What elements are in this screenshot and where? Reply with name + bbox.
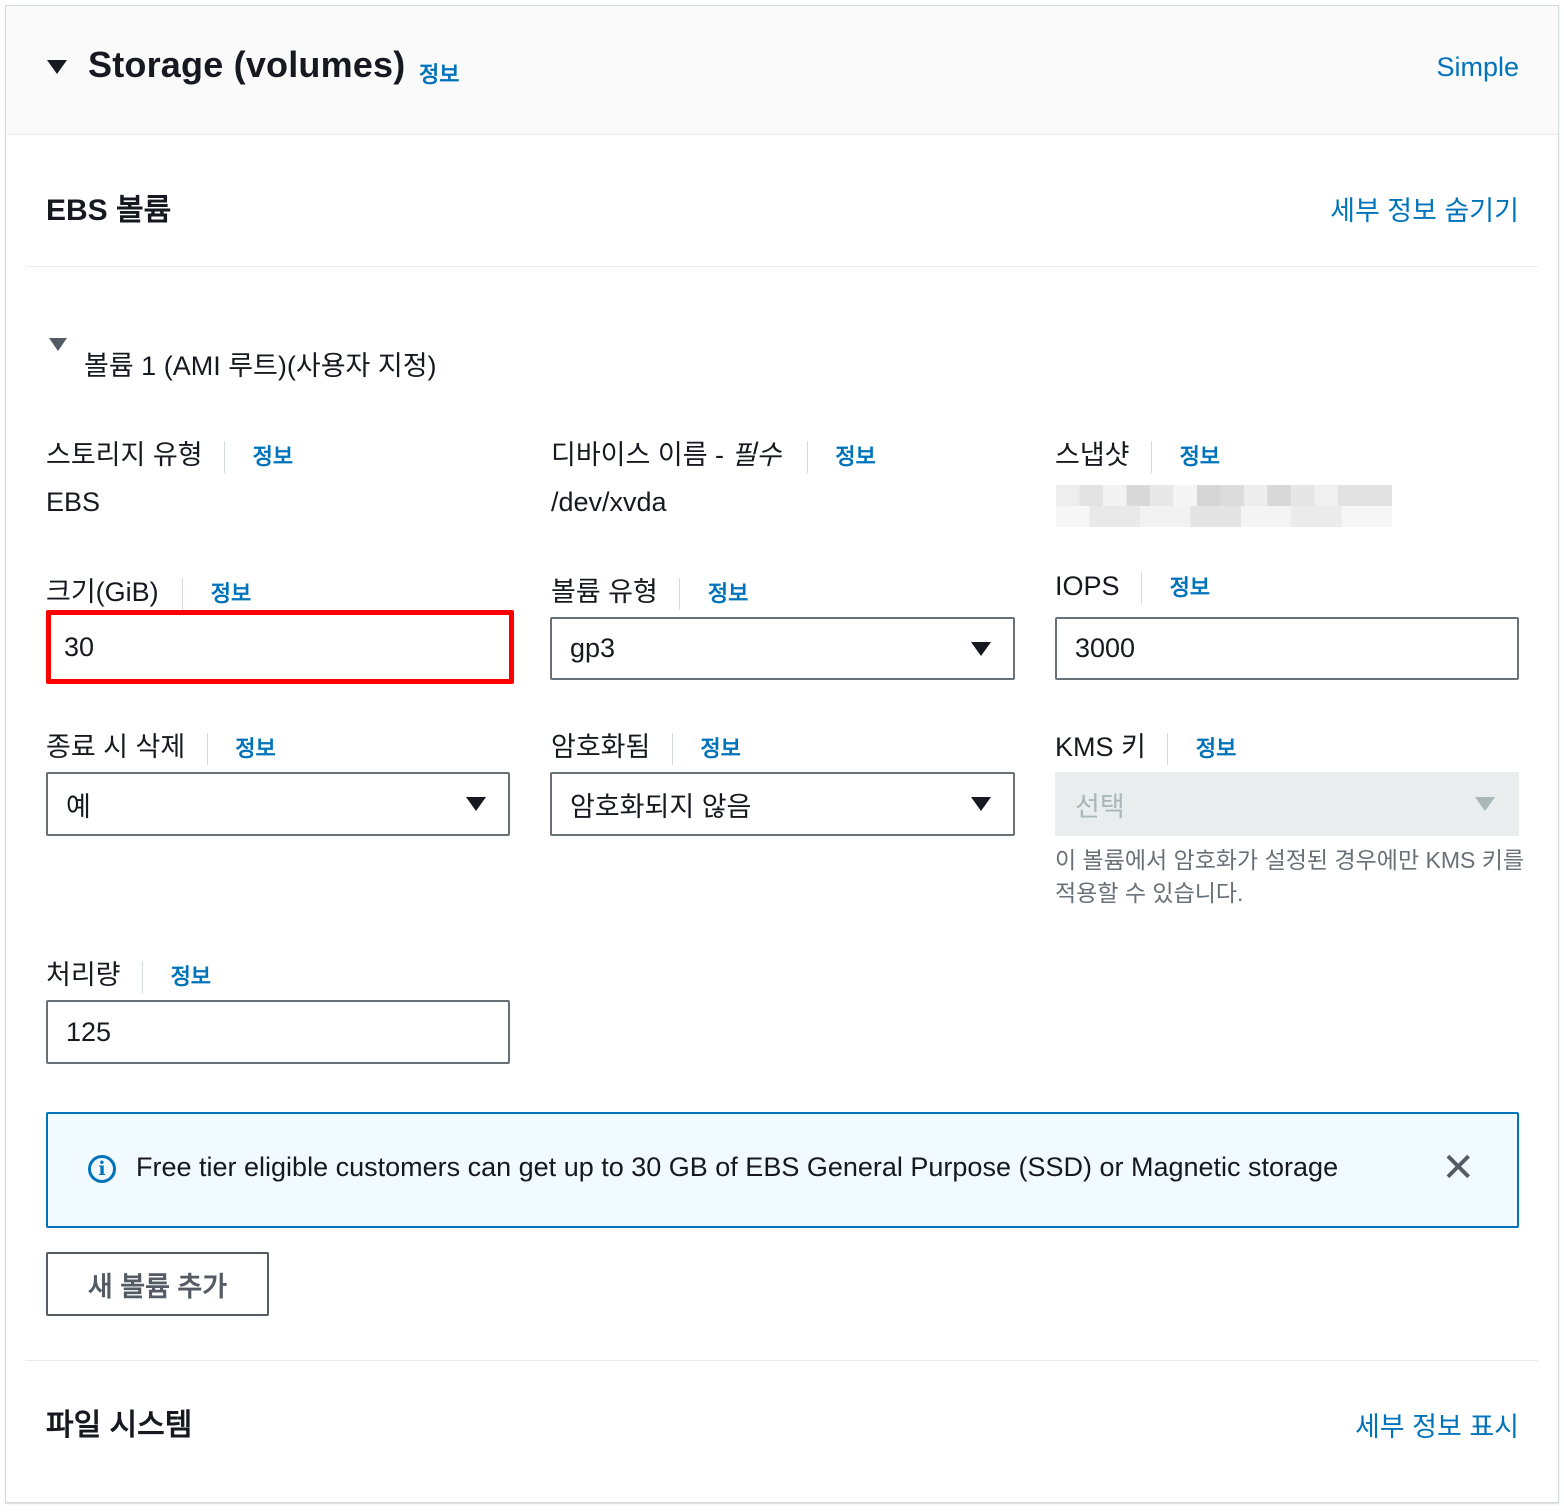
size-input[interactable]: 30: [46, 610, 514, 684]
throughput-input-value: 125: [66, 1016, 112, 1047]
size-label: 크기(GiB) 정보: [46, 570, 251, 610]
label-separator: [671, 732, 673, 765]
iops-info-link[interactable]: 정보: [1170, 575, 1210, 600]
snapshot-info-link[interactable]: 정보: [1180, 444, 1220, 469]
section-divider: [26, 266, 1538, 267]
device-name-label: 디바이스 이름 - 필수 정보: [551, 433, 876, 473]
delete-on-termination-select-value: 예: [66, 791, 91, 822]
device-name-value: /dev/xvda: [551, 487, 667, 517]
kms-key-info-link[interactable]: 정보: [1196, 736, 1236, 761]
throughput-info-link[interactable]: 정보: [171, 964, 211, 989]
section-divider: [26, 1360, 1538, 1361]
encrypted-select-value: 암호화되지 않음: [570, 791, 752, 822]
label-separator: [1151, 440, 1153, 473]
storage-type-info-link[interactable]: 정보: [253, 444, 293, 469]
device-name-label-text: 디바이스 이름 -: [551, 440, 732, 470]
volume-type-select[interactable]: gp3: [550, 617, 1015, 680]
label-separator: [206, 732, 208, 765]
throughput-input[interactable]: 125: [46, 1000, 510, 1064]
encrypted-label: 암호화됨 정보: [551, 725, 741, 765]
encrypted-info-link[interactable]: 정보: [700, 736, 740, 761]
iops-input-value: 3000: [1075, 633, 1136, 663]
iops-label: IOPS 정보: [1055, 570, 1210, 604]
label-separator: [142, 960, 144, 993]
snapshot-value-redacted: [1056, 485, 1392, 527]
delete-on-termination-label: 종료 시 삭제 정보: [46, 725, 276, 765]
page-title: Storage (volumes): [88, 44, 406, 85]
label-separator: [679, 577, 681, 610]
storage-type-label: 스토리지 유형 정보: [46, 433, 293, 473]
ebs-section-title: EBS 볼륨: [46, 194, 172, 227]
label-separator: [182, 577, 184, 610]
chevron-down-icon: [971, 797, 991, 811]
volume-type-select-value: gp3: [570, 633, 616, 663]
filesystem-section-title: 파일 시스템: [46, 1409, 193, 1442]
kms-key-select: 선택: [1055, 772, 1519, 836]
info-icon: i: [88, 1155, 116, 1183]
chevron-down-icon: [466, 797, 486, 811]
chevron-down-icon: [971, 641, 991, 656]
volume-type-info-link[interactable]: 정보: [708, 581, 748, 606]
size-input-value: 30: [64, 631, 95, 662]
header-info-link[interactable]: 정보: [419, 57, 459, 89]
storage-type-label-text: 스토리지 유형: [46, 440, 203, 470]
kms-key-hint: 이 볼륨에서 암호화가 설정된 경우에만 KMS 키를 적용할 수 있습니다.: [1055, 844, 1524, 910]
delete-on-termination-select[interactable]: 예: [46, 772, 510, 836]
size-info-link[interactable]: 정보: [211, 581, 251, 606]
label-separator: [806, 440, 808, 473]
add-volume-button[interactable]: 새 볼륨 추가: [46, 1252, 269, 1316]
volume-collapse-caret-icon[interactable]: [49, 338, 67, 351]
close-icon[interactable]: ✕: [1441, 1148, 1475, 1188]
storage-type-value: EBS: [46, 487, 101, 517]
required-label: 필수: [731, 440, 782, 470]
iops-label-text: IOPS: [1055, 571, 1120, 601]
volume-title: 볼륨 1 (AMI 루트)(사용자 지정): [84, 351, 437, 381]
label-separator: [1141, 571, 1143, 604]
throughput-label: 처리량 정보: [46, 953, 211, 993]
encrypted-label-text: 암호화됨: [551, 732, 651, 762]
delete-on-termination-info-link[interactable]: 정보: [235, 736, 275, 761]
chevron-down-icon: [1475, 797, 1495, 811]
free-tier-alert-text: Free tier eligible customers can get up …: [136, 1152, 1339, 1182]
volume-type-label-text: 볼륨 유형: [551, 577, 658, 607]
label-separator: [224, 440, 226, 473]
snapshot-label: 스냅샷 정보: [1055, 433, 1220, 473]
encrypted-select[interactable]: 암호화되지 않음: [550, 772, 1015, 836]
simple-mode-link[interactable]: Simple: [1436, 52, 1519, 83]
throughput-label-text: 처리량: [46, 960, 121, 990]
kms-key-select-placeholder: 선택: [1075, 791, 1125, 822]
kms-key-hint-line-1: 이 볼륨에서 암호화가 설정된 경우에만 KMS 키를: [1055, 847, 1525, 873]
volume-type-label: 볼륨 유형 정보: [551, 570, 748, 610]
snapshot-label-text: 스냅샷: [1055, 440, 1130, 470]
kms-key-label-text: KMS 키: [1055, 732, 1146, 762]
device-name-info-link[interactable]: 정보: [835, 444, 875, 469]
iops-input[interactable]: 3000: [1055, 617, 1519, 680]
kms-key-hint-line-2: 적용할 수 있습니다.: [1055, 880, 1244, 906]
kms-key-label: KMS 키 정보: [1055, 725, 1236, 765]
delete-on-termination-label-text: 종료 시 삭제: [46, 732, 186, 762]
show-details-link[interactable]: 세부 정보 표시: [1355, 1405, 1519, 1444]
free-tier-alert: i Free tier eligible customers can get u…: [46, 1112, 1519, 1228]
collapse-caret-icon[interactable]: [47, 60, 67, 74]
hide-details-link[interactable]: 세부 정보 숨기기: [1330, 189, 1519, 228]
label-separator: [1167, 732, 1169, 765]
size-label-text: 크기(GiB): [46, 577, 159, 607]
